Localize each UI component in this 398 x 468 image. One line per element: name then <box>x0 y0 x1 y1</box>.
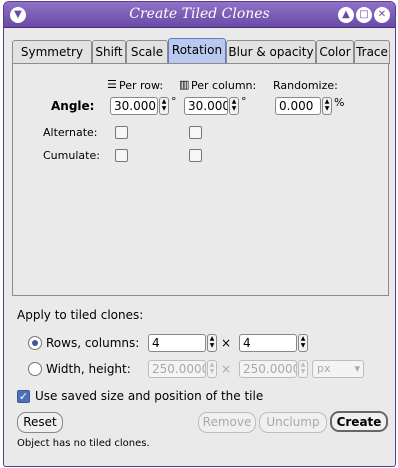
height-stepper[interactable]: ▲ ▼ <box>298 360 308 378</box>
angle-per-column-input[interactable]: 30.000 <box>184 97 228 115</box>
tab-symmetry[interactable]: Symmetry <box>12 40 92 64</box>
close-icon[interactable]: ✕ <box>374 7 390 23</box>
tab-shift[interactable]: Shift <box>92 40 126 64</box>
degree-unit: ° <box>171 95 177 108</box>
rows-input[interactable]: 4 <box>148 334 206 352</box>
rows-columns-label: Rows, columns: <box>46 336 140 350</box>
per-row-label: Per row: <box>119 79 164 92</box>
columns-input[interactable]: 4 <box>239 334 297 352</box>
tab-color[interactable]: Color <box>316 40 354 64</box>
tab-blur-opacity[interactable]: Blur & opacity <box>226 40 316 64</box>
rotation-panel: ☰ Per row: ▥ Per column: Randomize: Angl… <box>12 63 389 296</box>
alternate-label: Alternate: <box>43 126 98 139</box>
tiled-clones-dialog: ▼ Create Tiled Clones ▲ □ ✕ Symmetry Shi… <box>3 1 396 467</box>
create-button[interactable]: Create <box>330 411 388 432</box>
height-input[interactable]: 250.0000 <box>239 360 297 378</box>
reset-button[interactable]: Reset <box>17 412 63 433</box>
remove-button[interactable]: Remove <box>198 412 256 433</box>
tab-scale[interactable]: Scale <box>126 40 168 64</box>
per-row-icon: ☰ <box>107 78 117 91</box>
tab-trace[interactable]: Trace <box>354 40 390 64</box>
width-height-radio[interactable] <box>28 362 42 376</box>
randomize-label: Randomize: <box>273 79 338 92</box>
angle-per-column-stepper[interactable]: ▲ ▼ <box>229 97 239 115</box>
status-text: Object has no tiled clones. <box>17 438 150 449</box>
unclump-button[interactable]: Unclump <box>259 412 327 433</box>
angle-label: Angle: <box>51 99 95 113</box>
alternate-per-row-checkbox[interactable] <box>115 126 128 139</box>
window-title: Create Tiled Clones <box>129 6 270 22</box>
chevron-down-icon: ▾ <box>354 362 360 375</box>
use-saved-checkbox[interactable]: ✓ <box>17 390 30 403</box>
alternate-per-column-checkbox[interactable] <box>189 126 202 139</box>
unit-value: px <box>317 362 331 375</box>
degree-unit: ° <box>241 95 247 108</box>
per-column-label: Per column: <box>191 79 257 92</box>
rows-stepper[interactable]: ▲ ▼ <box>207 334 217 352</box>
columns-stepper[interactable]: ▲ ▼ <box>298 334 308 352</box>
apply-section-label: Apply to tiled clones: <box>17 308 144 322</box>
tab-rotation[interactable]: Rotation <box>168 38 226 64</box>
title-bar: ▼ Create Tiled Clones ▲ □ ✕ <box>4 2 395 28</box>
use-saved-label: Use saved size and position of the tile <box>35 389 264 403</box>
width-height-label: Width, height: <box>46 362 131 376</box>
randomize-stepper[interactable]: ▲ ▼ <box>322 97 332 115</box>
times-symbol: × <box>221 336 232 350</box>
angle-per-row-stepper[interactable]: ▲ ▼ <box>159 97 169 115</box>
angle-per-row-input[interactable]: 30.000 <box>110 97 158 115</box>
percent-unit: % <box>334 96 345 109</box>
per-column-icon: ▥ <box>179 78 190 91</box>
cumulate-label: Cumulate: <box>43 149 100 162</box>
randomize-input[interactable]: 0.000 <box>275 97 321 115</box>
cumulate-per-row-checkbox[interactable] <box>115 149 128 162</box>
shade-icon[interactable]: ▲ <box>338 7 354 23</box>
width-stepper[interactable]: ▲ ▼ <box>207 360 217 378</box>
width-input[interactable]: 250.0000 <box>148 360 206 378</box>
times-symbol: × <box>221 362 232 376</box>
rows-columns-radio[interactable] <box>28 336 42 350</box>
unit-select[interactable]: px ▾ <box>312 360 364 378</box>
cumulate-per-column-checkbox[interactable] <box>189 149 202 162</box>
maximize-icon[interactable]: □ <box>356 7 372 23</box>
